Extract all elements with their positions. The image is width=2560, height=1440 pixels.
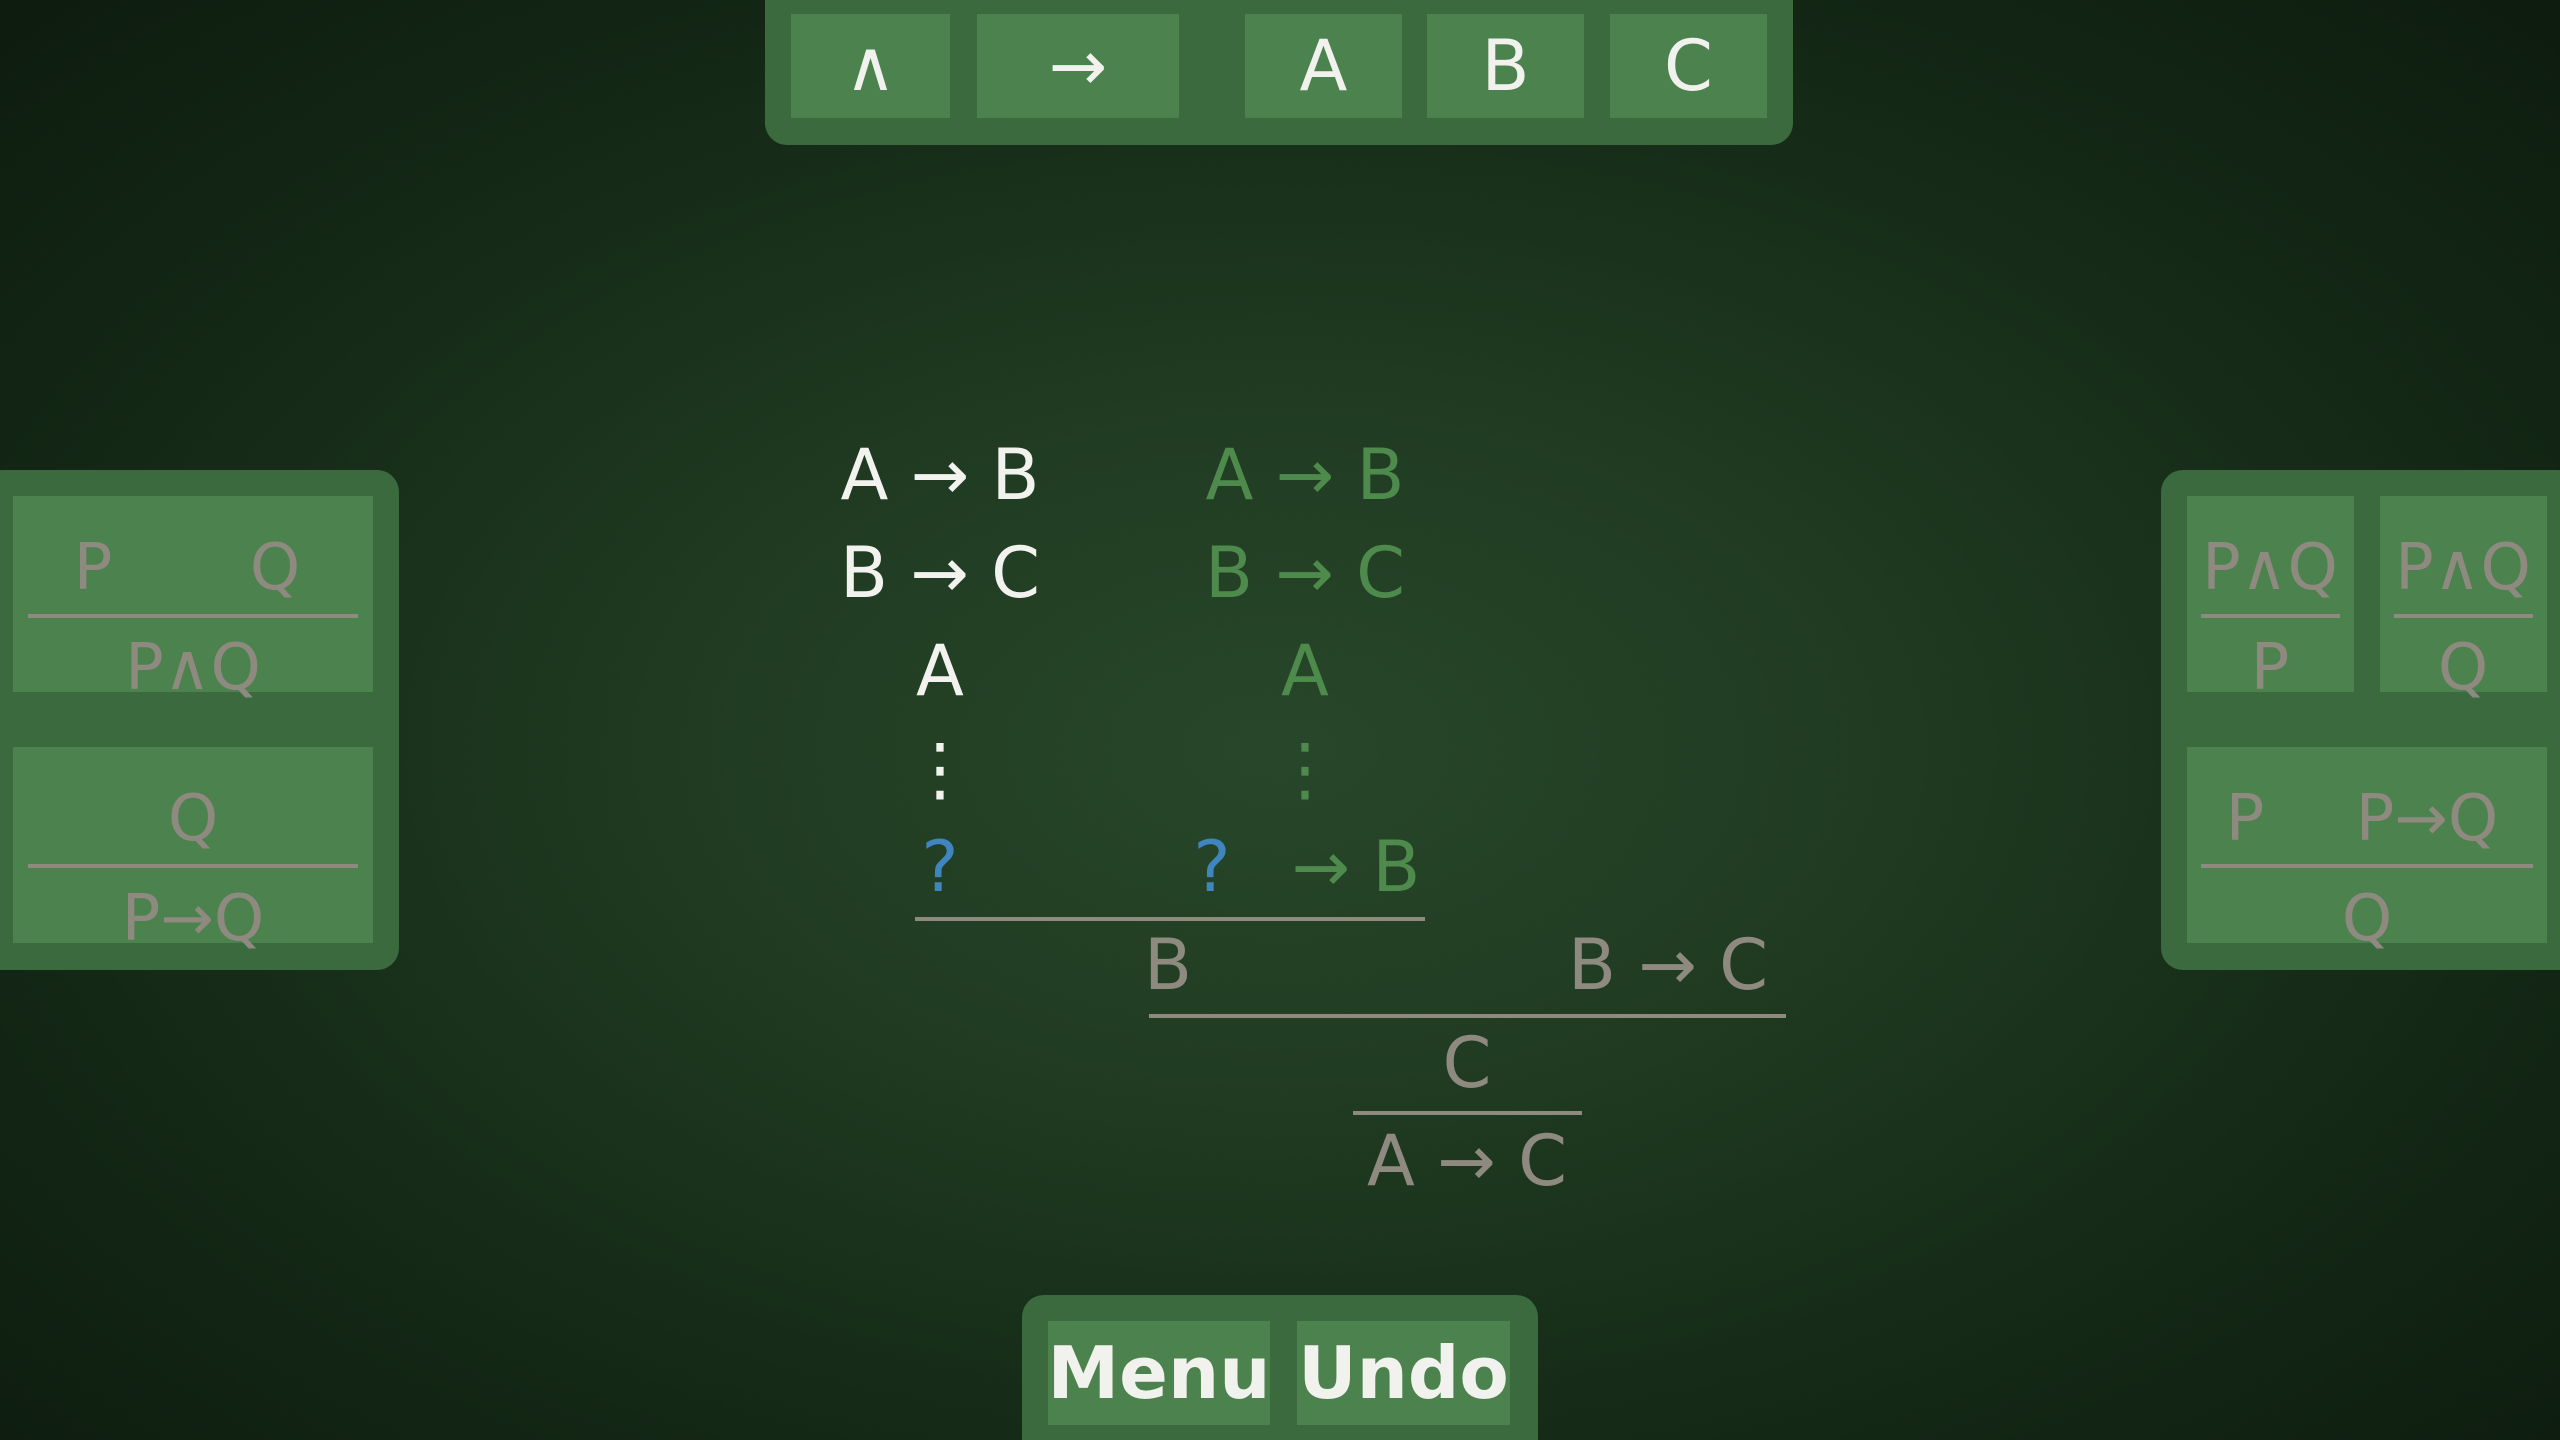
inference-line-1 bbox=[915, 917, 1425, 921]
hint-goal-hole[interactable]: ? bbox=[1193, 832, 1230, 902]
intro-rules-panel: P Q P∧Q Q P→Q bbox=[0, 470, 399, 970]
hint-goal-implies-b: → B bbox=[1291, 826, 1421, 908]
derived-b: B bbox=[1143, 924, 1193, 1006]
elim-rules-panel: P∧Q P P∧Q Q P P→Q Q bbox=[2161, 470, 2560, 970]
undo-button[interactable]: Undo bbox=[1297, 1321, 1510, 1425]
hint-ellipsis-dots: ⋮ bbox=[1270, 728, 1340, 810]
symbol-toolbar: ∧ → A B C bbox=[765, 0, 1793, 145]
rule-conclusion: P∧Q bbox=[125, 631, 261, 705]
hypothesis-b-implies-c[interactable]: B → C bbox=[840, 538, 1040, 608]
hint-hypothesis-a-implies-b: A → B bbox=[1205, 434, 1405, 516]
assumption-a[interactable]: A bbox=[916, 636, 964, 706]
rule-conclusion: P bbox=[2250, 631, 2290, 705]
hint-hypothesis-b-implies-c: B → C bbox=[1204, 532, 1406, 614]
rule-conclusion: Q bbox=[2341, 882, 2393, 956]
modus-ponens-rule-card[interactable]: P P→Q Q bbox=[2187, 747, 2547, 951]
rule-divider bbox=[28, 864, 358, 868]
rule-premise-right: Q bbox=[249, 531, 301, 605]
derived-b-implies-c: B → C bbox=[1567, 924, 1769, 1006]
rule-divider bbox=[2201, 614, 2340, 618]
variable-c-button[interactable]: C bbox=[1610, 14, 1767, 118]
bottom-bar: Menu Undo bbox=[1022, 1295, 1538, 1440]
rule-conclusion: P→Q bbox=[121, 882, 265, 956]
and-elim-left-rule-card[interactable]: P∧Q P bbox=[2187, 496, 2354, 700]
implies-symbol-button[interactable]: → bbox=[977, 14, 1179, 118]
rule-conclusion: Q bbox=[2437, 631, 2489, 705]
variable-b-button[interactable]: B bbox=[1427, 14, 1584, 118]
rule-divider bbox=[2201, 864, 2533, 868]
inference-line-3 bbox=[1353, 1111, 1582, 1115]
rule-premise: P∧Q bbox=[2202, 531, 2338, 605]
rule-premise: P∧Q bbox=[2395, 531, 2531, 605]
and-intro-rule-card[interactable]: P Q P∧Q bbox=[13, 496, 373, 700]
hypothesis-a-implies-b[interactable]: A → B bbox=[840, 440, 1039, 510]
derived-c: C bbox=[1442, 1022, 1492, 1104]
inference-line-2 bbox=[1149, 1014, 1786, 1018]
rule-divider bbox=[28, 614, 358, 618]
rule-premise-left: P bbox=[73, 531, 113, 605]
ellipsis-dots: ⋮ bbox=[905, 728, 975, 810]
implies-intro-rule-card[interactable]: Q P→Q bbox=[13, 747, 373, 951]
derived-a-implies-c: A → C bbox=[1367, 1120, 1567, 1202]
rule-divider bbox=[2394, 614, 2533, 618]
and-elim-right-rule-card[interactable]: P∧Q Q bbox=[2380, 496, 2547, 700]
hint-assumption-a: A bbox=[1281, 630, 1329, 712]
rule-premise-left: P bbox=[2225, 782, 2265, 856]
and-symbol-button[interactable]: ∧ bbox=[791, 14, 950, 118]
rule-premise-right: P→Q bbox=[2355, 782, 2499, 856]
menu-button[interactable]: Menu bbox=[1048, 1321, 1271, 1425]
rule-premise: Q bbox=[167, 782, 219, 856]
variable-a-button[interactable]: A bbox=[1245, 14, 1402, 118]
goal-hole[interactable]: ? bbox=[921, 832, 958, 902]
